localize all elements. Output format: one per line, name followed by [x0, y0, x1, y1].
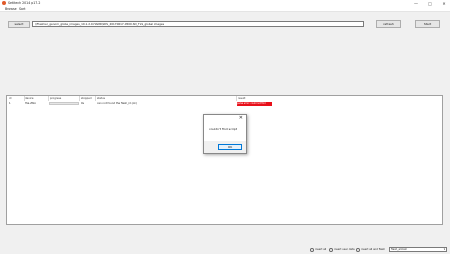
- menu-browse[interactable]: Browse: [5, 7, 17, 12]
- dialog-close-icon[interactable]: ✕: [239, 115, 243, 121]
- path-input[interactable]: \\Flashier_genom_globe_images_10.1.2.0.H…: [32, 21, 364, 27]
- menu-sort[interactable]: Sort: [19, 7, 26, 12]
- close-window-button[interactable]: ✕: [438, 0, 450, 7]
- window-title: Setitech 2014 p17.2: [8, 1, 41, 5]
- dialog-ok-button[interactable]: OK: [218, 144, 242, 150]
- row-device[interactable]: Hai-Ztko: [25, 102, 36, 105]
- title-bar: Setitech 2014 p17.2 — □ ✕: [0, 0, 450, 7]
- radio-insert-all[interactable]: [310, 248, 314, 252]
- maximize-button[interactable]: □: [424, 0, 436, 7]
- select-button[interactable]: select: [8, 21, 30, 28]
- row-progress-bar: [49, 102, 79, 105]
- radio-insert-all-label[interactable]: insert all: [315, 247, 326, 252]
- column-header-id[interactable]: id: [9, 97, 11, 100]
- dialog-message: couldn't find script: [209, 127, 237, 131]
- minimize-button[interactable]: —: [410, 0, 422, 7]
- column-divider: [236, 96, 237, 101]
- dialog-footer: OK: [204, 141, 246, 153]
- row-result-error[interactable]: parse error: could not find: [237, 102, 272, 106]
- column-header-device[interactable]: device: [25, 97, 34, 100]
- radio-insert-user-data[interactable]: [329, 248, 333, 252]
- chevron-down-icon[interactable]: ▾: [444, 248, 445, 251]
- row-id[interactable]: 1: [9, 102, 11, 105]
- column-header-status[interactable]: status: [97, 97, 105, 100]
- app-window: Setitech 2014 p17.2 — □ ✕ Browse Sort se…: [0, 0, 450, 254]
- column-header-result[interactable]: result: [238, 97, 245, 100]
- column-header-progress[interactable]: progress: [50, 97, 61, 100]
- radio-insert-all-flash[interactable]: [356, 248, 360, 252]
- app-icon: [2, 1, 6, 5]
- refresh-button[interactable]: refresh: [376, 20, 401, 28]
- script-select[interactable]: flash_all.bat ▾: [389, 247, 447, 252]
- column-header-stopped[interactable]: stopped: [81, 97, 92, 100]
- start-button[interactable]: Start: [415, 20, 440, 28]
- column-divider: [79, 96, 80, 101]
- row-status[interactable]: can not found the flash_id (ok): [97, 102, 137, 105]
- menu-bar: Browse Sort: [0, 7, 450, 12]
- script-select-value: flash_all.bat: [391, 248, 407, 251]
- radio-insert-user-data-label[interactable]: insert user data: [334, 247, 355, 252]
- row-stopped[interactable]: 0s: [81, 102, 84, 105]
- message-dialog: ✕ couldn't find script OK: [203, 114, 247, 154]
- status-bar: insert all insert user data insert all a…: [0, 246, 450, 254]
- column-divider: [48, 96, 49, 101]
- radio-insert-all-flash-label[interactable]: insert all and flash: [361, 247, 385, 252]
- column-divider: [95, 96, 96, 101]
